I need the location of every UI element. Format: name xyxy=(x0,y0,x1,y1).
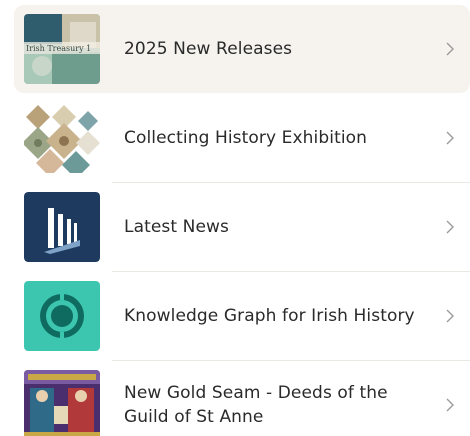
gold-seam-thumbnail xyxy=(24,370,100,436)
menu-item-label: Latest News xyxy=(124,217,229,237)
menu-item-gold-seam[interactable]: New Gold Seam - Deeds of the Guild of St… xyxy=(14,361,470,436)
menu-item-latest-news[interactable]: Latest News xyxy=(14,183,470,271)
collecting-history-thumbnail xyxy=(24,103,100,173)
menu-item-label: New Gold Seam - Deeds of the Guild of St… xyxy=(124,383,388,427)
menu-item-label: Knowledge Graph for Irish History xyxy=(124,306,415,326)
chevron-right-icon xyxy=(446,220,454,234)
new-releases-thumbnail: Irish Treasury 1 xyxy=(24,14,100,84)
news-logo-icon xyxy=(24,192,100,262)
menu-item-knowledge-graph[interactable]: Knowledge Graph for Irish History xyxy=(14,272,470,360)
menu-item-label: 2025 New Releases xyxy=(124,39,293,59)
chevron-right-icon xyxy=(446,309,454,323)
chevron-right-icon xyxy=(446,131,454,145)
menu-item-new-releases[interactable]: Irish Treasury 1 2025 New Releases xyxy=(14,5,470,93)
chevron-right-icon xyxy=(446,398,454,412)
menu-list: Irish Treasury 1 2025 New Releases Colle… xyxy=(0,0,470,436)
menu-item-label: Collecting History Exhibition xyxy=(124,128,368,148)
chevron-right-icon xyxy=(446,42,454,56)
menu-item-collecting-history[interactable]: Collecting History Exhibition xyxy=(14,94,470,182)
thumbnail-caption: Irish Treasury 1 xyxy=(26,44,91,53)
knowledge-graph-icon xyxy=(24,281,100,351)
